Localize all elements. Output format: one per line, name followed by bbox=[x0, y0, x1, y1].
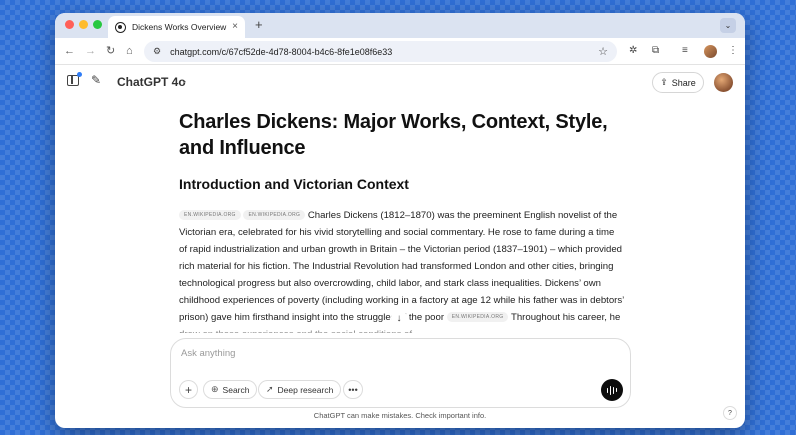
browser-menu-icon[interactable]: ⋮ bbox=[728, 44, 738, 58]
citation-chip[interactable]: EN.WIKIPEDIA.ORG bbox=[243, 210, 306, 220]
chevron-down-icon[interactable]: ⌄ bbox=[181, 76, 188, 85]
globe-icon: ⊕ bbox=[211, 384, 219, 394]
notification-dot bbox=[77, 72, 82, 77]
tab-close-icon[interactable]: × bbox=[232, 22, 238, 32]
deep-research-label: Deep research bbox=[277, 384, 334, 395]
home-button[interactable]: ⌂ bbox=[126, 43, 133, 59]
bookmark-star-icon[interactable]: ☆ bbox=[598, 45, 608, 58]
window-controls bbox=[65, 20, 102, 29]
attach-button[interactable]: + bbox=[179, 380, 198, 399]
forward-button[interactable]: → bbox=[85, 43, 96, 59]
response-content: Charles Dickens: Major Works, Context, S… bbox=[179, 109, 624, 333]
section-heading: Introduction and Victorian Context bbox=[179, 176, 409, 192]
new-tab-button[interactable]: + bbox=[255, 17, 263, 33]
maximize-window-button[interactable] bbox=[93, 20, 102, 29]
url-text[interactable]: chatgpt.com/c/67cf52de-4d78-8004-b4c6-8f… bbox=[170, 47, 598, 57]
browser-window: Dickens Works Overview × + ⌄ ← → ↻ ⌂ ⚙ c… bbox=[55, 13, 745, 428]
model-selector[interactable]: ChatGPT 4o bbox=[117, 75, 186, 89]
citation-chip[interactable]: EN.WIKIPEDIA.ORG bbox=[446, 312, 509, 322]
tab-active[interactable]: Dickens Works Overview × bbox=[108, 16, 245, 38]
voice-mode-button[interactable] bbox=[601, 379, 623, 401]
tab-strip: Dickens Works Overview × + ⌄ bbox=[55, 13, 745, 38]
close-window-button[interactable] bbox=[65, 20, 74, 29]
scroll-to-bottom-button[interactable]: ↓ bbox=[391, 310, 407, 326]
browser-profile-avatar[interactable] bbox=[704, 45, 717, 58]
prompt-input[interactable]: Ask anything bbox=[181, 348, 235, 359]
paragraph-text: Charles Dickens (1812–1870) was the pree… bbox=[179, 210, 624, 323]
citation-chip[interactable]: EN.WIKIPEDIA.ORG bbox=[179, 210, 241, 220]
minimize-window-button[interactable] bbox=[79, 20, 88, 29]
address-bar[interactable]: ⚙ chatgpt.com/c/67cf52de-4d78-8004-b4c6-… bbox=[144, 41, 617, 62]
share-icon: ⇪ bbox=[660, 77, 668, 87]
media-controls-icon[interactable]: ≡ bbox=[682, 44, 688, 58]
tab-search-button[interactable]: ⌄ bbox=[720, 18, 736, 33]
site-info-icon[interactable]: ⚙ bbox=[153, 46, 161, 57]
help-button[interactable]: ? bbox=[723, 406, 737, 420]
chatgpt-favicon-icon bbox=[115, 21, 126, 33]
browser-toolbar: ← → ↻ ⌂ ⚙ chatgpt.com/c/67cf52de-4d78-80… bbox=[55, 38, 745, 65]
sidebar-toggle-icon[interactable] bbox=[67, 75, 79, 86]
new-chat-icon[interactable]: ✎ bbox=[91, 73, 101, 87]
more-tools-button[interactable]: ••• bbox=[343, 380, 363, 399]
reload-button[interactable]: ↻ bbox=[106, 43, 115, 59]
telescope-icon: ➚ bbox=[266, 384, 274, 394]
share-label: Share bbox=[671, 77, 696, 88]
tab-title: Dickens Works Overview bbox=[132, 22, 227, 32]
search-button[interactable]: ⊕ Search bbox=[203, 380, 258, 399]
extension-icon[interactable]: ✲ bbox=[629, 44, 637, 58]
article-title: Charles Dickens: Major Works, Context, S… bbox=[179, 111, 608, 159]
back-button[interactable]: ← bbox=[64, 43, 75, 59]
avatar[interactable] bbox=[714, 73, 733, 92]
message-composer: Ask anything + ⊕ Search ➚ Deep research … bbox=[170, 338, 631, 408]
extensions-puzzle-icon[interactable]: ⧉ bbox=[652, 44, 659, 58]
deep-research-button[interactable]: ➚ Deep research bbox=[258, 380, 342, 399]
share-button[interactable]: ⇪ Share bbox=[652, 72, 704, 93]
disclaimer: ChatGPT can make mistakes. Check importa… bbox=[313, 411, 487, 420]
chatgpt-header: ✎ ChatGPT 4o ⌄ ⇪ Share bbox=[55, 66, 745, 98]
search-label: Search bbox=[222, 384, 250, 395]
